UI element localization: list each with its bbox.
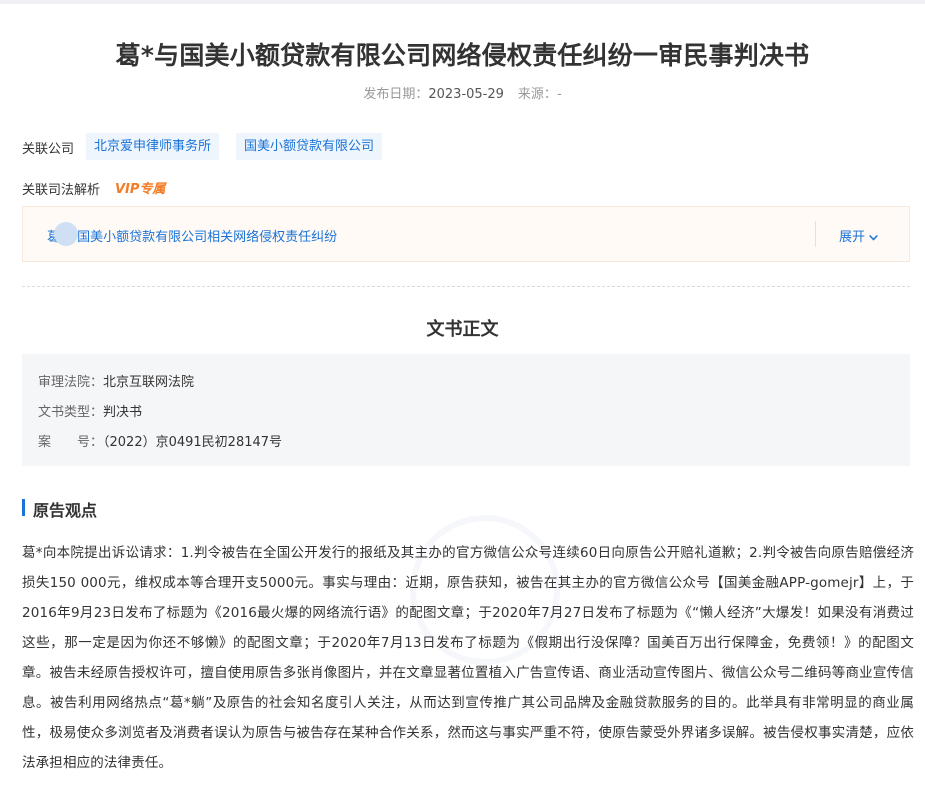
doc-type-row: 文书类型：判决书: [38, 405, 143, 420]
source-value: -: [556, 87, 562, 102]
vip-badge: VIP专属: [115, 182, 166, 197]
document-body-heading: 文书正文: [426, 319, 499, 340]
plaintiff-statement: 葛*向本院提出诉讼请求：1.判令被告在全国公开发行的报纸及其主办的官方微信公众号…: [22, 545, 914, 771]
interpretation-link[interactable]: 葛 与国美小额贷款有限公司相关网络侵权责任纠纷: [47, 226, 337, 245]
chevron-down-icon: [869, 234, 878, 241]
privacy-blur: [54, 222, 78, 246]
court-name: 北京互联网法院: [103, 375, 195, 390]
page-title: 葛*与国美小额贷款有限公司网络侵权责任纠纷一审民事判决书: [115, 41, 810, 70]
section-accent-bar: [22, 499, 25, 516]
plaintiff-section-title: 原告观点: [33, 501, 98, 520]
expand-button[interactable]: 展开: [839, 226, 879, 245]
case-number: （2022）京0491民初28147号: [103, 435, 283, 450]
case-number-row: 案 号：（2022）京0491民初28147号: [38, 435, 283, 450]
publish-date-label: 发布日期：: [363, 87, 429, 102]
section-divider: [22, 286, 910, 287]
court-row: 审理法院：北京互联网法院: [38, 375, 195, 390]
judicial-analysis-label: 关联司法解析: [22, 183, 101, 198]
source-label: 来源：: [517, 87, 557, 102]
top-divider: [0, 0, 925, 4]
divider: [815, 221, 816, 247]
related-companies-label: 关联公司: [22, 142, 75, 157]
publish-meta: 发布日期：2023-05-29 来源：-: [0, 83, 925, 102]
doc-type: 判决书: [103, 405, 143, 420]
company-tag-gome[interactable]: 国美小额贷款有限公司: [236, 133, 383, 160]
publish-date: 2023-05-29: [428, 87, 504, 102]
expand-label: 展开: [839, 230, 866, 245]
company-tag-lawfirm[interactable]: 北京爱申律师事务所: [86, 133, 220, 160]
